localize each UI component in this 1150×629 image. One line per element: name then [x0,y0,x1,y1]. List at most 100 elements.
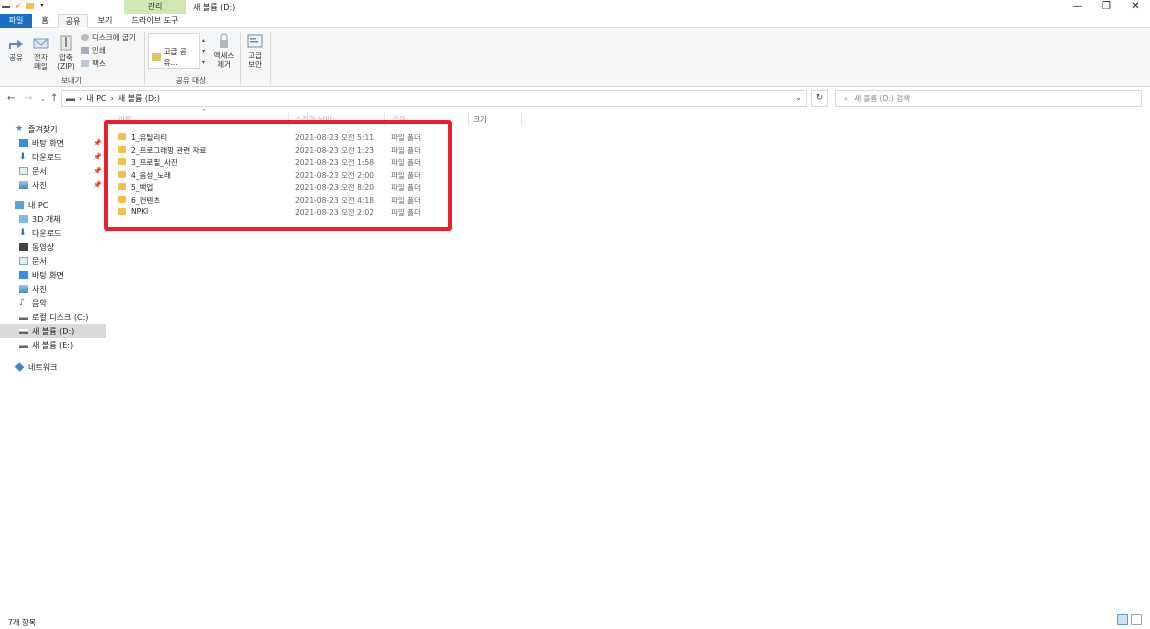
search-box[interactable]: ⌕ [835,90,1142,107]
gallery-scroll[interactable]: ▴ ▾ ▾ [202,35,205,68]
recent-locations-icon[interactable]: ⌄ [40,95,46,103]
sort-ascending-icon: ⌃ [201,108,207,116]
refresh-button[interactable]: ↻ [811,90,828,107]
nav-pc-3d-objects[interactable]: 3D 개체 [0,212,106,226]
nav-label: 다운로드 [32,152,62,162]
tab-share[interactable]: 공유 [58,14,88,28]
desktop-icon [19,139,28,147]
share-user-icon [152,53,161,61]
security-label-1: 고급 [248,51,262,60]
details-view-button[interactable] [1117,614,1128,625]
nav-label: 바탕 화면 [32,270,64,280]
nav-pc-local-disk-c[interactable]: 로컬 디스크 (C:) [0,310,106,324]
desktop-icon [19,271,28,279]
advanced-security-button[interactable]: 고급 보안 [244,33,266,69]
restore-button[interactable]: ❐ [1092,0,1121,14]
context-tab-manage[interactable]: 관리 [124,0,186,14]
burn-disc-button[interactable]: 디스크에 굽기 [81,32,136,43]
share-with-gallery[interactable]: 고급 공유... [148,33,200,69]
drive-icon[interactable] [2,4,10,8]
pin-icon[interactable]: 📌 [93,153,102,161]
minimize-button[interactable]: — [1063,0,1092,14]
pin-icon[interactable]: 📌 [93,167,102,175]
fax-button[interactable]: 팩스 [81,58,106,69]
large-icons-view-button[interactable] [1131,614,1142,625]
column-header-size[interactable]: 크기 [473,114,487,125]
navigation-pane: ★ 즐겨찾기 바탕 화면 📌 ⬇ 다운로드 📌 문서 📌 사진 📌 내 PC 3… [0,112,106,602]
nav-pc-pictures[interactable]: 사진 [0,282,106,296]
burn-label: 디스크에 굽기 [92,33,136,42]
address-dropdown-icon[interactable]: ⌄ [795,93,802,102]
status-item-count: 7개 항목 [8,618,36,627]
document-icon [19,257,28,265]
ribbon-separator [240,32,241,84]
nav-quick-access[interactable]: ★ 즐겨찾기 [0,122,106,136]
window-controls: — ❐ ✕ [1063,0,1150,14]
share-button[interactable]: 공유 [5,35,27,62]
properties-icon[interactable]: ✓ [14,2,22,10]
tab-home[interactable]: 홈 [34,14,56,28]
column-divider[interactable] [468,112,469,126]
up-arrow-icon[interactable]: ↑ [50,93,58,104]
share-with-group-label: 공유 대상 [176,76,206,85]
star-icon: ★ [15,124,24,134]
ribbon: 공유 전자 메일 압축 (ZIP) 디스크에 굽기 인쇄 팩스 보내기 고급 공… [0,29,1150,87]
search-input[interactable] [854,94,1115,103]
lock-icon [220,33,228,48]
tab-file[interactable]: 파일 [0,14,32,28]
printer-icon [81,47,89,54]
pin-icon[interactable]: 📌 [93,139,102,147]
ribbon-separator [144,32,145,84]
nav-pc-videos[interactable]: 동영상 [0,240,106,254]
breadcrumb-separator: › [79,94,83,103]
breadcrumb-drive[interactable]: 새 볼륨 (D:) [118,93,160,104]
pin-icon[interactable]: 📌 [93,181,102,189]
nav-quick-pictures[interactable]: 사진 📌 [0,178,106,192]
share-icon [9,40,23,49]
tab-drive-tools[interactable]: 드라이브 도구 [124,14,186,28]
remove-access-label-2: 제거 [217,60,231,69]
nav-pc-music[interactable]: ♪ 음악 [0,296,106,310]
email-button[interactable]: 전자 메일 [30,35,52,71]
fax-icon [81,60,89,67]
nav-pc-documents[interactable]: 문서 [0,254,106,268]
nav-this-pc[interactable]: 내 PC [0,198,106,212]
tab-view[interactable]: 보기 [91,14,119,28]
share-label: 공유 [9,53,23,62]
quick-access-toolbar: ✓ ▾ [2,2,46,10]
nav-label: 음악 [32,298,47,308]
nav-pc-desktop[interactable]: 바탕 화면 [0,268,106,282]
zip-label-1: 압축 [59,53,73,62]
remove-access-button[interactable]: 액세스 제거 [211,33,237,69]
network-icon [14,362,25,372]
drive-location-icon [66,96,75,101]
close-button[interactable]: ✕ [1121,0,1150,14]
print-button[interactable]: 인쇄 [81,45,106,56]
nav-quick-documents[interactable]: 문서 📌 [0,164,106,178]
nav-quick-downloads[interactable]: ⬇ 다운로드 📌 [0,150,106,164]
nav-network[interactable]: 네트워크 [0,360,106,374]
column-divider[interactable] [521,112,522,126]
nav-pc-downloads[interactable]: ⬇ 다운로드 [0,226,106,240]
nav-label: 문서 [32,166,47,176]
nav-label: 네트워크 [28,362,58,372]
search-icon: ⌕ [844,93,849,103]
window-title: 새 볼륨 (D:) [193,3,236,12]
view-toggle [1117,614,1142,625]
forward-arrow-icon[interactable]: → [24,93,32,104]
nav-quick-desktop[interactable]: 바탕 화면 📌 [0,136,106,150]
back-arrow-icon[interactable]: ← [7,93,15,104]
fax-label: 팩스 [92,59,106,68]
customize-dropdown-icon[interactable]: ▾ [38,2,46,10]
nav-label: 내 PC [28,200,49,210]
zip-button[interactable]: 압축 (ZIP) [55,35,77,71]
nav-pc-volume-e[interactable]: 새 볼륨 (E:) [0,338,106,352]
drive-icon [19,314,28,320]
new-folder-icon[interactable] [26,3,34,9]
nav-label: 사진 [32,180,47,190]
address-bar[interactable]: › 내 PC › 새 볼륨 (D:) ⌄ [61,90,807,107]
nav-pc-volume-d[interactable]: 새 볼륨 (D:) [0,324,106,338]
breadcrumb-this-pc[interactable]: 내 PC [86,93,106,104]
nav-label: 동영상 [32,242,55,252]
download-icon: ⬇ [19,228,27,238]
